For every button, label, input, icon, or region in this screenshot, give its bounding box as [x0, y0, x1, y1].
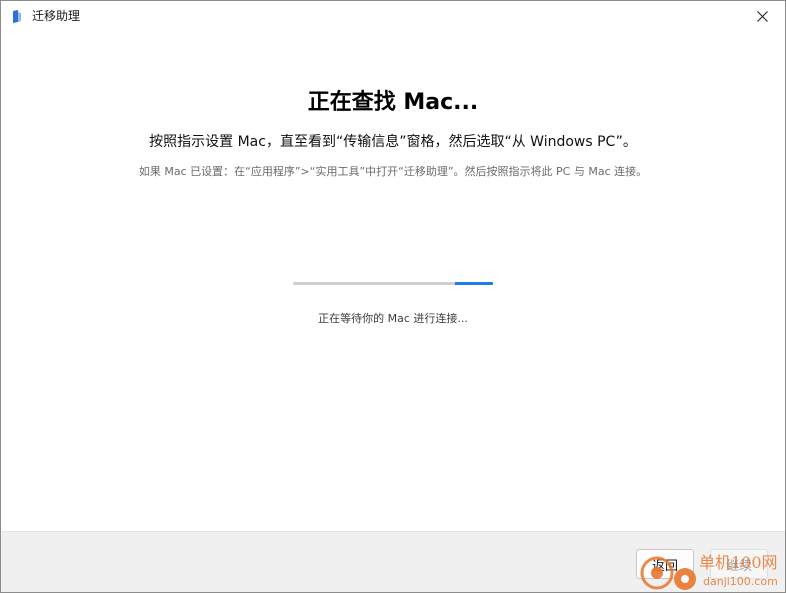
close-icon — [756, 11, 768, 22]
migration-assistant-icon — [13, 10, 21, 23]
hint-text: 如果 Mac 已设置：在“应用程序”>“实用工具”中打开“迁移助理”。然后按照指… — [138, 165, 648, 178]
instruction-text: 按照指示设置 Mac，直至看到“传输信息”窗格，然后选取“从 Windows P… — [149, 134, 637, 150]
migration-assistant-window: 迁移助理 正在查找 Mac... 按照指示设置 Mac，直至看到“传输信息”窗格… — [0, 0, 786, 593]
progress-bar — [293, 282, 493, 285]
window-title: 迁移助理 — [32, 9, 81, 23]
close-button[interactable] — [739, 1, 785, 32]
next-button[interactable]: 继续 — [710, 549, 768, 579]
progress-indicator — [455, 282, 493, 285]
page-heading: 正在查找 Mac... — [307, 90, 479, 115]
title-bar: 迁移助理 — [1, 1, 785, 32]
back-button[interactable]: 返回 — [636, 549, 694, 579]
status-text: 正在等待你的 Mac 进行连接... — [318, 312, 468, 325]
footer-bar: 返回 继续 — [1, 531, 785, 592]
